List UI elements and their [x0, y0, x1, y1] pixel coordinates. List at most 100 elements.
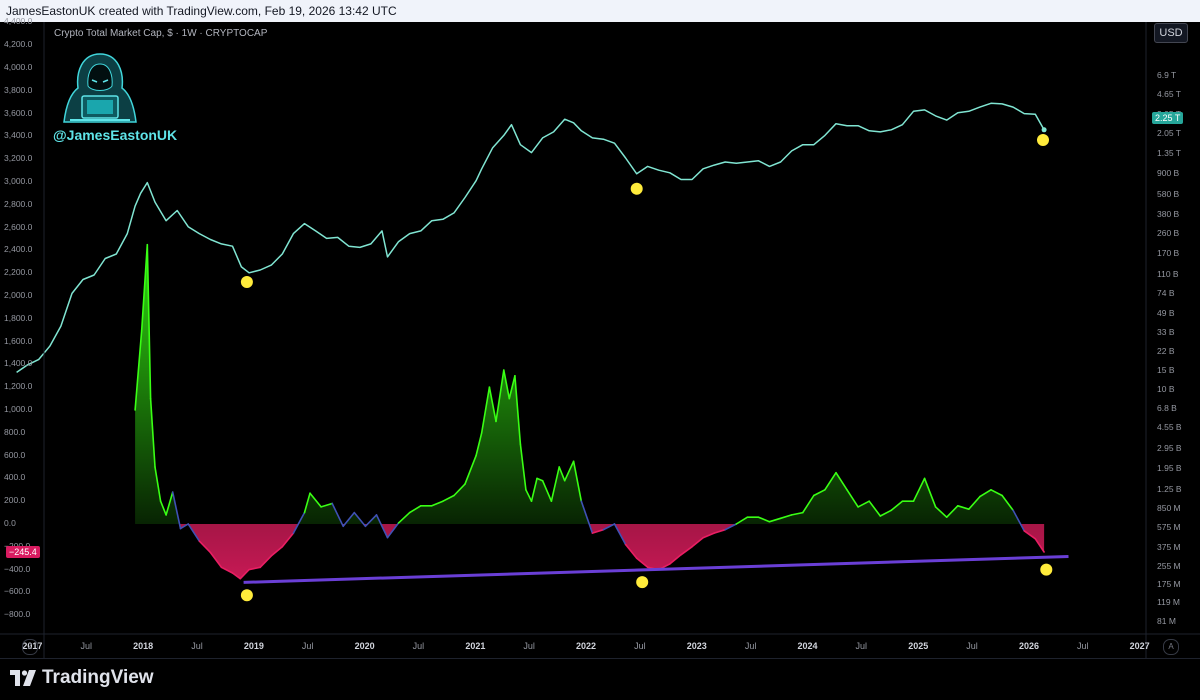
- tradingview-logo[interactable]: TradingView: [10, 667, 154, 689]
- market-cap-last-point: [1041, 127, 1047, 133]
- right-axis-tick: 1.25 B: [1157, 484, 1182, 495]
- right-axis-tick: 4.65 T: [1157, 88, 1181, 99]
- right-axis-tick: 375 M: [1157, 542, 1181, 553]
- time-axis-tick: Jul: [301, 641, 314, 651]
- left-axis-tick: 1,000.0: [4, 404, 33, 414]
- right-axis-tick: 15 B: [1157, 364, 1175, 375]
- left-axis-tick: −600.0: [4, 586, 31, 597]
- tradingview-wordmark: TradingView: [42, 667, 154, 688]
- right-axis-tick: 1.95 B: [1157, 462, 1182, 473]
- time-axis-tick: Jul: [744, 641, 757, 651]
- time-axis-tick: 2022: [576, 641, 597, 651]
- left-axis-tick: 2,400.0: [4, 244, 33, 255]
- yellow-marker: [1040, 563, 1053, 576]
- left-axis-tick: 400.0: [4, 472, 26, 483]
- left-axis-tick: 2,200.0: [4, 267, 33, 278]
- credit-text: JamesEastonUK created with TradingView.c…: [6, 4, 397, 18]
- time-axis-tick: Jul: [1077, 641, 1089, 651]
- zoom-reset-button[interactable]: Z: [22, 639, 38, 655]
- right-axis-tick: 580 B: [1157, 188, 1180, 199]
- yellow-marker: [630, 182, 643, 195]
- time-axis-tick: 2025: [908, 641, 929, 651]
- right-axis-tick: 380 B: [1157, 209, 1180, 220]
- right-axis-tick: 6.8 B: [1157, 402, 1177, 413]
- left-axis-tick: 3,600.0: [4, 107, 33, 118]
- market-cap-line: [16, 102, 1045, 374]
- time-axis-tick: 2021: [465, 641, 486, 651]
- right-axis-tick: 22 B: [1157, 346, 1175, 357]
- left-axis-tick: 3,800.0: [4, 84, 33, 95]
- right-axis-tick: 2.95 B: [1157, 443, 1182, 454]
- yellow-marker: [1037, 134, 1049, 146]
- time-axis-tick: Jul: [191, 641, 203, 651]
- right-axis-tick: 74 B: [1157, 288, 1175, 299]
- time-axis-tick: 2027: [1129, 641, 1150, 651]
- left-axis-tick: 4,400.0: [4, 16, 33, 27]
- time-axis-tick: 2024: [797, 641, 818, 651]
- right-axis-tick: 900 B: [1157, 167, 1180, 178]
- left-axis-tick: 1,400.0: [4, 358, 33, 369]
- chart-title: Crypto Total Market Cap, $ · 1W · CRYPTO…: [54, 28, 268, 39]
- right-axis-tick: 4.55 B: [1157, 422, 1182, 433]
- left-axis-tick: 1,200.0: [4, 381, 33, 392]
- currency-button[interactable]: USD: [1154, 23, 1188, 43]
- left-axis-tick: −800.0: [4, 609, 31, 620]
- left-axis-tick: 2,800.0: [4, 198, 33, 209]
- left-axis-tick: 0.0: [4, 518, 16, 528]
- time-axis-tick: 2023: [686, 641, 707, 651]
- time-axis-tick: Jul: [966, 641, 978, 651]
- time-axis-tick: 2026: [1018, 641, 1039, 651]
- left-axis-tick: 4,200.0: [4, 39, 33, 50]
- left-axis-tick: 1,800.0: [4, 312, 33, 323]
- price-layer: [16, 102, 1047, 374]
- left-axis-tick: 600.0: [4, 449, 26, 460]
- watermark-handle: @JamesEastonUK: [53, 127, 178, 143]
- time-axis-tick: 2020: [354, 641, 375, 651]
- last-price-label: 2.25 T: [1152, 112, 1184, 124]
- top-credit-bar: JamesEastonUK created with TradingView.c…: [0, 0, 1200, 22]
- right-axis-tick: 6.9 T: [1157, 69, 1177, 80]
- left-axis-tick: 3,200.0: [4, 153, 33, 164]
- left-axis-tick: 4,000.0: [4, 62, 33, 72]
- right-axis-tick: 110 B: [1157, 268, 1179, 279]
- auto-scale-button[interactable]: A: [1163, 639, 1179, 655]
- right-axis-tick: 2.05 T: [1157, 128, 1181, 139]
- right-axis-tick: 175 M: [1157, 578, 1181, 589]
- right-axis-tick: 81 M: [1157, 616, 1176, 626]
- time-axis-tick: Jul: [634, 641, 646, 651]
- left-axis-tick: 2,000.0: [4, 290, 33, 300]
- right-axis-tick: 49 B: [1157, 307, 1175, 318]
- chart-canvas[interactable]: [0, 22, 1200, 658]
- right-axis-tick: 575 M: [1157, 521, 1181, 532]
- right-axis-tick: 170 B: [1157, 248, 1180, 259]
- left-axis-tick: 200.0: [4, 495, 26, 506]
- left-axis-tick: 3,400.0: [4, 130, 33, 141]
- time-axis-tick: Jul: [855, 641, 868, 651]
- time-axis-tick: 2019: [243, 641, 264, 651]
- left-axis-tick: 800.0: [4, 426, 26, 437]
- tradingview-icon: [10, 670, 36, 686]
- left-axis-tick: 3,000.0: [4, 176, 33, 186]
- time-axis-tick: 2018: [133, 641, 154, 651]
- time-axis-tick: Jul: [80, 641, 92, 651]
- right-axis-tick: 119 M: [1157, 597, 1180, 608]
- yellow-marker: [240, 589, 253, 602]
- time-axis-tick: Jul: [412, 641, 425, 651]
- hooded-hacker-logo: [60, 50, 140, 129]
- right-axis-tick: 1.35 T: [1157, 148, 1181, 159]
- footer-bar: TradingView: [0, 658, 1200, 700]
- right-axis-tick: 850 M: [1157, 502, 1181, 513]
- yellow-marker: [240, 276, 253, 288]
- right-axis-tick: 10 B: [1157, 384, 1175, 395]
- oscillator-area-negative: [135, 524, 1045, 579]
- last-oscillator-label: −245.4: [6, 546, 40, 558]
- oscillator-layer: [134, 243, 1045, 580]
- right-axis-tick: 33 B: [1157, 326, 1175, 337]
- right-axis-tick: 255 M: [1157, 560, 1181, 571]
- right-axis-tick: 260 B: [1157, 227, 1180, 238]
- time-axis-tick: Jul: [523, 641, 535, 651]
- left-axis-tick: −400.0: [4, 563, 31, 574]
- left-axis-tick: 2,600.0: [4, 221, 33, 232]
- yellow-marker: [636, 576, 649, 589]
- left-axis-tick: 1,600.0: [4, 335, 33, 346]
